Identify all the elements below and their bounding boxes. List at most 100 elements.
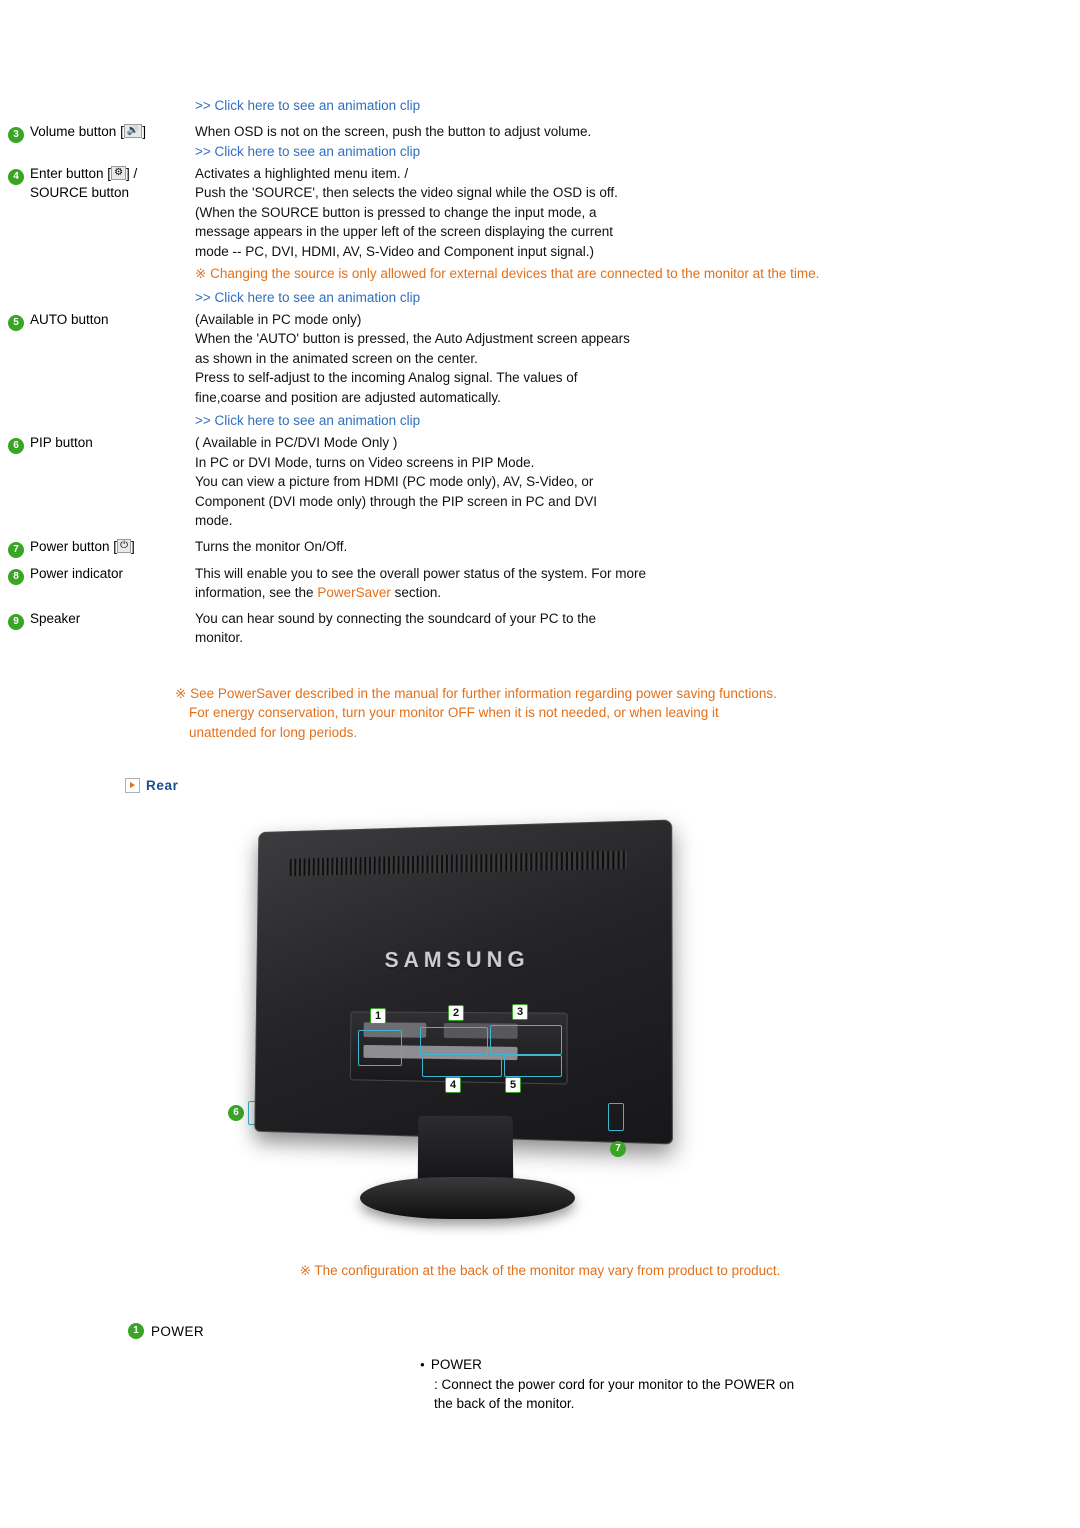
power-section-heading: 1 POWER [128, 1323, 1080, 1339]
control-description: You can hear sound by connecting the sou… [195, 609, 1080, 648]
desc-line: mode. [195, 513, 233, 528]
desc-line: (Available in PC mode only) [195, 311, 362, 327]
powersaver-link[interactable]: PowerSaver [317, 585, 391, 600]
power-heading-label: POWER [151, 1323, 205, 1339]
anim-link-top[interactable]: >> Click here to see an animation clip [195, 0, 1080, 116]
desc-line: fine,coarse and position are adjusted au… [195, 389, 501, 405]
step-badge: 6 [8, 438, 24, 454]
desc-line: Push the 'SOURCE', then selects the vide… [195, 185, 618, 200]
power-bullet-title: POWER [420, 1355, 1080, 1375]
rear-monitor-figure: 6 SAMSUNG 1 2 3 4 5 7 [0, 815, 1080, 1245]
control-description: Turns the monitor On/Off. [195, 537, 1080, 557]
power-body-line1: : Connect the power cord for your monito… [434, 1376, 795, 1392]
control-name-text: Volume button [ [30, 124, 124, 139]
desc-line: message appears in the upper left of the… [195, 224, 613, 239]
control-name: Speaker [30, 610, 81, 626]
desc-line: When the 'AUTO' button is pressed, the A… [195, 331, 630, 346]
power-section-body: POWER : Connect the power cord for your … [420, 1355, 1080, 1414]
rear-section-heading: Rear [125, 778, 1080, 793]
control-description: When OSD is not on the screen, push the … [195, 122, 1080, 162]
callout-6: 6 [228, 1105, 244, 1121]
step-badge: 7 [8, 541, 24, 558]
desc-line-link: information, see the PowerSaver section. [195, 583, 1050, 603]
control-name-suffix: ] [142, 124, 147, 139]
row-number: 6 [0, 433, 30, 454]
step-badge: 3 [8, 127, 24, 143]
enter-icon: ⚙ [111, 165, 127, 180]
highlight-2 [420, 1027, 488, 1055]
control-name: Volume button [🔊] [30, 122, 195, 142]
desc-line: Component (DVI mode only) through the PI… [195, 493, 597, 509]
callout-2: 2 [448, 1005, 465, 1021]
desc-line: monitor. [195, 630, 244, 645]
control-name-suffix: ] [130, 538, 135, 554]
powersaver-link[interactable]: PowerSaver [218, 686, 292, 701]
volume-icon: 🔊 [123, 124, 143, 139]
controls-table: 3 Volume button [🔊] When OSD is not on t… [0, 122, 1080, 648]
note-mark: ※ [195, 266, 207, 281]
control-name: AUTO button [30, 311, 109, 327]
highlight-7 [608, 1103, 624, 1131]
arrow-icon [125, 778, 140, 793]
desc-line: Press to self-adjust to the incoming Ana… [195, 370, 578, 385]
table-row: 5 AUTO button (Available in PC mode only… [0, 310, 1080, 432]
control-description: This will enable you to see the overall … [195, 564, 1080, 603]
document-page: >> Click here to see an animation clip 3… [0, 0, 1080, 1528]
anim-link-volume[interactable]: >> Click here to see an animation clip [195, 142, 1050, 162]
caption-text: The configuration at the back of the mon… [314, 1263, 781, 1278]
row-number: 9 [0, 609, 30, 630]
desc-line: You can view a picture from HDMI (PC mod… [195, 474, 594, 489]
step-badge: 9 [8, 613, 24, 630]
callout-4: 4 [445, 1077, 462, 1093]
desc-line: mode -- PC, DVI, HDMI, AV, S-Video and C… [195, 243, 594, 259]
desc-line: When OSD is not on the screen, push the … [195, 124, 592, 139]
row-number: 4 [0, 164, 30, 185]
desc-line: Activates a highlighted menu item. / [195, 165, 409, 181]
step-badge: 1 [128, 1323, 144, 1339]
anim-link-label[interactable]: >> Click here to see an animation clip [195, 98, 420, 113]
control-name: Enter button [⚙] / SOURCE button [30, 164, 195, 203]
desc-prefix: information, see the [195, 585, 318, 600]
callout-7: 7 [610, 1141, 626, 1157]
highlight-5 [504, 1055, 562, 1077]
control-description: (Available in PC mode only) When the 'AU… [195, 310, 1080, 432]
highlight-1 [358, 1030, 402, 1066]
table-row: 7 Power button [⏻] Turns the monitor On/… [0, 537, 1080, 558]
callout-1: 1 [370, 1008, 387, 1024]
desc-line: This will enable you to see the overall … [195, 565, 646, 581]
desc-line: In PC or DVI Mode, turns on Video screen… [195, 454, 535, 470]
control-description: Activates a highlighted menu item. / Pus… [195, 164, 1080, 308]
monitor-illustration: 6 SAMSUNG 1 2 3 4 5 7 [228, 815, 840, 1245]
table-row: 9 Speaker You can hear sound by connecti… [0, 609, 1080, 648]
table-row: 3 Volume button [🔊] When OSD is not on t… [0, 122, 1080, 162]
brand-logo: SAMSUNG [384, 946, 530, 973]
rear-figure-caption: ※ The configuration at the back of the m… [0, 1263, 1080, 1279]
anim-link-auto[interactable]: >> Click here to see an animation clip [195, 411, 1050, 431]
control-name-text: Enter button [ [30, 165, 112, 181]
row-number: 3 [0, 122, 30, 143]
desc-line: as shown in the animated screen on the c… [195, 350, 478, 366]
row-number: 5 [0, 310, 30, 331]
note-mark: ※ [175, 685, 187, 701]
control-name-line2: SOURCE button [30, 185, 130, 200]
power-icon: ⏻ [117, 538, 131, 553]
control-name-suffix: ] / [126, 165, 138, 181]
vent-grille [289, 850, 627, 876]
control-name: Power indicator [30, 565, 124, 581]
table-row: 6 PIP button ( Available in PC/DVI Mode … [0, 433, 1080, 531]
desc-line: (When the SOURCE button is pressed to ch… [195, 204, 597, 220]
desc-line: Turns the monitor On/Off. [195, 538, 348, 554]
desc-line: ( Available in PC/DVI Mode Only ) [195, 435, 398, 450]
monitor-stand-base [360, 1177, 575, 1219]
power-body-line2: the back of the monitor. [434, 1396, 575, 1411]
table-row: 4 Enter button [⚙] / SOURCE button Activ… [0, 164, 1080, 308]
step-badge: 4 [8, 168, 24, 185]
source-note: ※ Changing the source is only allowed fo… [195, 264, 1050, 284]
anim-link-source[interactable]: >> Click here to see an animation clip [195, 288, 1050, 308]
note-prefix: See [190, 685, 218, 701]
step-badge: 5 [8, 314, 24, 331]
control-name: Power button [⏻] [30, 537, 195, 557]
powersaver-note: ※ See PowerSaver described in the manual… [175, 684, 780, 743]
table-row: 8 Power indicator This will enable you t… [0, 564, 1080, 603]
section-title: Rear [146, 778, 179, 793]
